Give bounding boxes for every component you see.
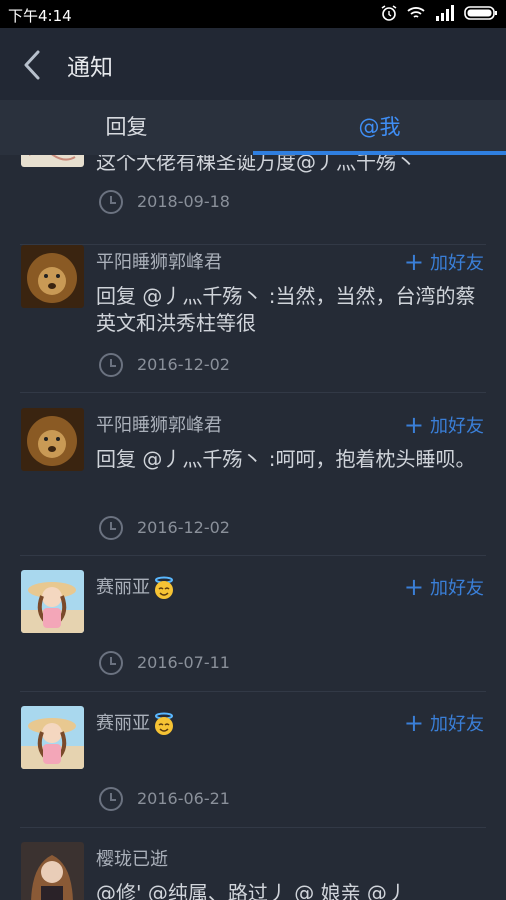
- comment-content: 这个大佬有棵圣诞万度@丿灬千殇丶: [96, 155, 416, 174]
- username-text: 赛丽亚: [96, 577, 150, 598]
- alarm-icon: [381, 5, 397, 21]
- add-friend-button[interactable]: + 加好友: [404, 412, 484, 438]
- add-friend-button[interactable]: + 加好友: [404, 574, 484, 600]
- add-friend-label: 加好友: [430, 253, 484, 274]
- plus-icon: +: [403, 573, 424, 601]
- page-title: 通知: [67, 55, 113, 81]
- tab-bar: 回复 @我: [0, 100, 506, 155]
- angel-emoji-icon: [155, 576, 173, 599]
- comment-content: 回复 @丿灬千殇丶 :呵呵，抱着枕头睡呗。: [96, 447, 476, 471]
- avatar[interactable]: [21, 706, 84, 769]
- add-friend-button[interactable]: + 加好友: [404, 249, 484, 275]
- status-time: 下午4:14: [8, 7, 72, 25]
- username[interactable]: 平阳睡狮郭峰君: [96, 248, 222, 274]
- username[interactable]: 平阳睡狮郭峰君: [96, 411, 222, 437]
- username[interactable]: 赛丽亚: [96, 573, 176, 600]
- divider: [20, 392, 486, 393]
- back-arrow-icon[interactable]: [18, 48, 48, 82]
- username-text: 赛丽亚: [96, 713, 150, 734]
- timestamp: 2018-09-18: [137, 192, 230, 211]
- add-friend-label: 加好友: [430, 578, 484, 599]
- clock-icon: [99, 651, 123, 675]
- top-bar: 通知: [0, 28, 506, 101]
- clock-icon: [99, 787, 123, 811]
- clock-icon: [99, 353, 123, 377]
- timestamp: 2016-07-11: [137, 653, 230, 672]
- add-friend-label: 加好友: [430, 714, 484, 735]
- tab-reply[interactable]: 回复: [0, 100, 253, 155]
- timestamp: 2016-12-02: [137, 518, 230, 537]
- wifi-icon: [407, 7, 425, 18]
- username[interactable]: 樱珑已逝: [96, 845, 168, 871]
- avatar[interactable]: [21, 842, 84, 900]
- angel-emoji-icon: [155, 712, 173, 735]
- comment-content: @修' @纯属、路过丿 @ 娘亲 @丿: [96, 881, 407, 900]
- plus-icon: +: [403, 248, 424, 276]
- divider: [20, 691, 486, 692]
- clock-icon: [99, 516, 123, 540]
- notification-list[interactable]: 这个大佬有棵圣诞万度@丿灬千殇丶 2018-09-18 平阳睡狮郭峰君 + 加好…: [0, 155, 506, 900]
- plus-icon: +: [403, 709, 424, 737]
- clock-icon: [99, 190, 123, 214]
- avatar[interactable]: [21, 570, 84, 633]
- divider: [20, 244, 486, 245]
- status-bar: 下午4:14: [0, 0, 506, 28]
- timestamp: 2016-12-02: [137, 355, 230, 374]
- divider: [20, 827, 486, 828]
- add-friend-button[interactable]: + 加好友: [404, 710, 484, 736]
- avatar[interactable]: [21, 245, 84, 308]
- tab-at-me[interactable]: @我: [253, 100, 506, 155]
- avatar[interactable]: [21, 155, 84, 167]
- avatar[interactable]: [21, 408, 84, 471]
- plus-icon: +: [403, 411, 424, 439]
- comment-content: 回复 @丿灬千殇丶 :当然，当然，台湾的蔡英文和洪秀柱等很: [96, 284, 476, 335]
- username[interactable]: 赛丽亚: [96, 709, 176, 736]
- add-friend-label: 加好友: [430, 416, 484, 437]
- signal-icon: [436, 5, 454, 21]
- status-icons: [380, 4, 498, 22]
- divider: [20, 555, 486, 556]
- timestamp: 2016-06-21: [137, 789, 230, 808]
- battery-icon: [464, 6, 497, 20]
